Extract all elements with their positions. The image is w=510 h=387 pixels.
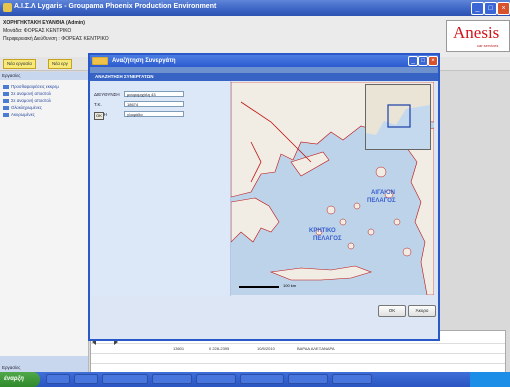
sidebar-item-completed[interactable]: Ολοκληρωμένες [3,105,42,110]
sidebar-item-cancelled[interactable]: Ακυρωμένες [3,112,35,117]
sidebar: Εργασίες Προσθαφαιρέσεις εκκρεμ Σε αναμο… [0,72,89,372]
taskbar-item[interactable] [102,374,148,384]
brand-tagline: car services [477,43,499,48]
address-label: ΔΙΕΥΘΥΝΣΗ [94,92,120,97]
table-row[interactable]: 13601 0 228-2395 10/5/2010 ΒΑΡΔΑ ΑΛΕΞΑΝΔ… [91,345,505,354]
system-tray [470,372,510,387]
taskbar-item[interactable] [332,374,372,384]
cancel-button[interactable]: Άκυρο [408,305,436,317]
dialog-titlebar: Αναζήτηση Συνεργάτη [90,55,438,67]
close-button[interactable]: × [497,2,510,15]
taskbar-item[interactable] [240,374,284,384]
window-title: Α.Ι.Σ.Λ Lygaris - Groupama Phoenix Produ… [14,3,217,10]
sidebar-heading: Εργασίες [0,72,88,80]
map-label-sea: ΠΕΛΑΓΟΣ [367,198,396,204]
map-label-sea: ΠΕΛΑΓΟΣ [313,236,342,242]
overview-map-graphic [366,85,430,135]
folder-icon [3,84,9,89]
city-field[interactable]: γλυφάδα [124,111,184,117]
taskbar-item[interactable] [288,374,328,384]
map-scale-bar [239,286,279,288]
map-view[interactable]: ΑΙΓΑΙΟΝ ΠΕΛΑΓΟΣ ΚΡΗΤΙΚΟ ΠΕΛΑΓΟΣ 100 km [231,82,434,295]
folder-icon [3,98,9,103]
taskbar-item[interactable] [152,374,192,384]
taskbar-item[interactable] [74,374,98,384]
address-field[interactable]: μαυρομιχάλη 43 [124,91,184,97]
folder-icon [3,105,9,110]
start-button[interactable]: έναρξη [0,372,40,387]
search-button[interactable]: OK [94,112,104,120]
unit-label: Μονάδα: ΦΟΡΕΑΣ ΚΕΝΤΡΙΚΟ [3,28,72,34]
ok-button[interactable]: OK [378,305,406,317]
overview-map[interactable] [365,84,431,150]
map-scale-label: 100 km [283,283,297,288]
folder-icon [3,112,9,117]
dialog-subtitle: ΑΝΑΖΗΤΗΣΗ ΣΥΝΕΡΓΑΤΩΝ [90,73,438,81]
region-label: Περιφερειακή Διεύθυνση : ΦΟΡΕΑΣ ΚΕΝΤΡΙΚΟ [3,36,109,42]
dialog-title: Αναζήτηση Συνεργάτη [112,58,176,64]
postal-code-label: Τ.Κ. [94,102,102,107]
user-name: ΧΟΡΗΓΗΚΤΑΚΗ ΕΥΑΝΘΙΑ (Admin) [3,20,85,26]
postal-code-field[interactable]: 18674 [124,101,184,107]
minimize-button[interactable]: _ [471,2,484,15]
table-row[interactable] [91,355,505,364]
taskbar-item[interactable] [196,374,236,384]
map-icon [92,57,108,65]
dialog-close-button[interactable]: × [428,56,438,66]
app-icon [3,3,12,12]
maximize-button[interactable]: □ [484,2,497,15]
sidebar-footer[interactable]: Εργασίες [0,356,88,372]
search-form: ΔΙΕΥΘΥΝΣΗ μαυρομιχάλη 43 Τ.Κ. 18674 ΠΟΛΗ… [90,81,231,296]
map-label-sea: ΚΡΗΤΙΚΟ [309,228,336,234]
sidebar-item-awaiting-2[interactable]: Σε αναμονή αποστολ [3,98,51,103]
folder-icon [3,91,9,96]
brand-logo: Anesis car services [446,20,510,52]
new-task-button-2[interactable]: Νέα εργ [48,59,72,69]
dialog-maximize-button[interactable]: □ [418,56,428,66]
sidebar-item-pending[interactable]: Προσθαφαιρέσεις εκκρεμ [3,84,59,89]
dialog-minimize-button[interactable]: _ [408,56,418,66]
sidebar-item-awaiting-1[interactable]: Σε αναμονή αποστολ [3,91,51,96]
new-task-button[interactable]: Νέα εργασία [3,59,36,69]
user-header: ΧΟΡΗΓΗΚΤΑΚΗ ΕΥΑΝΘΙΑ (Admin) Μονάδα: ΦΟΡΕ… [0,16,510,58]
map-label-sea: ΑΙΓΑΙΟΝ [371,190,395,196]
main-titlebar: Α.Ι.Σ.Λ Lygaris - Groupama Phoenix Produ… [0,0,510,16]
brand-name: Anesis [453,23,500,42]
taskbar-item[interactable] [46,374,70,384]
